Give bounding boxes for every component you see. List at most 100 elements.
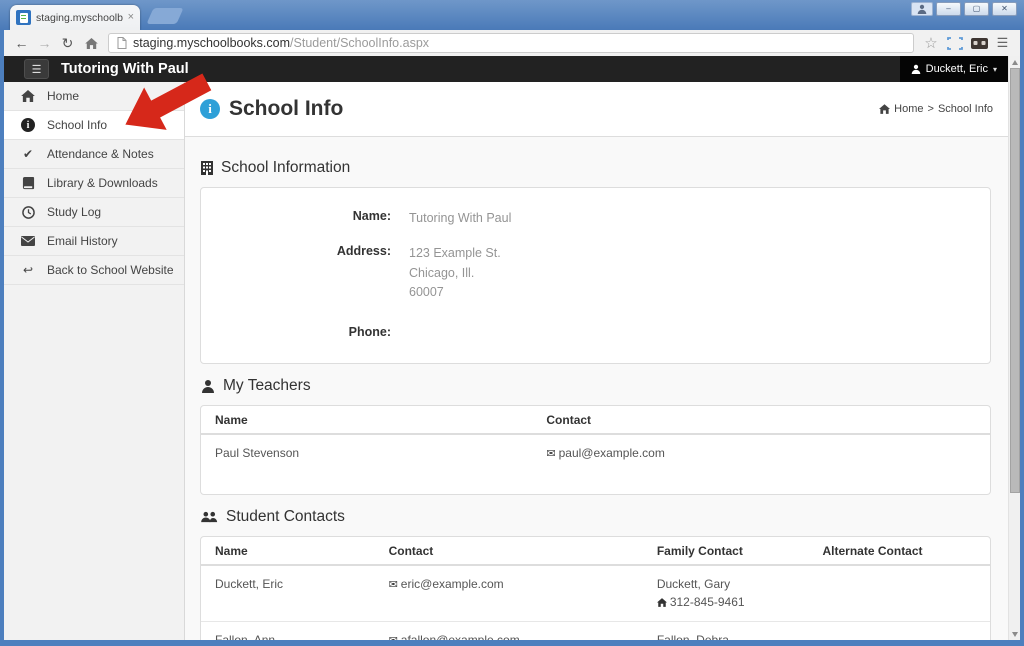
my-teachers-heading: My Teachers	[201, 377, 991, 395]
bookmark-star-icon[interactable]: ☆	[920, 34, 942, 52]
sidebar: Home i School Info ✔ Attendance & Notes …	[4, 82, 185, 640]
sidebar-item-email-history[interactable]: Email History	[4, 227, 184, 256]
teacher-email: paul@example.com	[559, 446, 665, 460]
sidebar-item-label: Attendance & Notes	[47, 147, 154, 161]
user-icon	[911, 64, 921, 74]
group-icon	[201, 511, 218, 523]
reload-button[interactable]: ↻	[57, 35, 78, 52]
column-header: Family Contact	[643, 537, 809, 565]
family-phone: 312-845-9461	[670, 595, 745, 609]
browser-toolbar: ← → ↻ staging.myschoolbooks.com/Student/…	[4, 30, 1020, 56]
app-navbar: ☰ Tutoring With Paul Duckett, Eric ▾	[4, 56, 1008, 82]
column-header: Contact	[532, 406, 990, 434]
sidebar-toggle-button[interactable]: ☰	[24, 59, 49, 79]
close-button[interactable]: ✕	[992, 2, 1017, 16]
envelope-icon	[20, 236, 36, 246]
table-row: Duckett, Eric ✉eric@example.com Duckett,…	[201, 565, 990, 622]
breadcrumb-separator: >	[928, 103, 934, 115]
url-path: /Student/SchoolInfo.aspx	[290, 36, 429, 50]
home-icon	[879, 104, 890, 114]
column-header: Alternate Contact	[809, 537, 990, 565]
window-titlebar: staging.myschoolbooks.com × – ▢ ✕	[0, 0, 1024, 30]
scrollbar-thumb[interactable]	[1010, 68, 1020, 493]
alternate-contact	[809, 565, 990, 622]
main-content: i School Info Home > School Info School …	[185, 82, 1008, 640]
browser-tab[interactable]: staging.myschoolbooks.com ×	[10, 5, 140, 30]
envelope-icon: ✉	[389, 579, 398, 591]
app-brand: Tutoring With Paul	[61, 61, 189, 77]
sidebar-item-back-to-school[interactable]: ↩ Back to School Website	[4, 256, 184, 285]
column-header: Contact	[375, 537, 643, 565]
sidebar-item-study-log[interactable]: Study Log	[4, 198, 184, 227]
breadcrumb: Home > School Info	[879, 103, 993, 115]
extension-glasses-icon[interactable]	[968, 38, 990, 49]
chrome-profile-icon[interactable]	[911, 2, 933, 16]
sidebar-item-label: Email History	[47, 234, 118, 248]
minimize-button[interactable]: –	[936, 2, 961, 16]
home-button[interactable]	[80, 38, 102, 49]
url-host: staging.myschoolbooks.com	[133, 36, 290, 50]
sidebar-item-library[interactable]: Library & Downloads	[4, 169, 184, 198]
sidebar-item-label: Study Log	[47, 205, 101, 219]
chrome-menu-button[interactable]: ☰	[992, 35, 1013, 51]
book-icon	[20, 177, 36, 190]
school-information-panel: Name: Tutoring With Paul Address: 123 Ex…	[200, 187, 991, 364]
return-arrow-icon: ↩	[20, 263, 36, 277]
sidebar-item-label: Library & Downloads	[47, 176, 158, 190]
tab-close-icon[interactable]: ×	[128, 12, 134, 23]
table-row: Paul Stevenson ✉paul@example.com	[201, 434, 990, 472]
field-phone: Phone:	[201, 325, 990, 339]
sidebar-item-school-info[interactable]: i School Info	[4, 111, 184, 140]
column-header: Name	[201, 537, 375, 565]
sidebar-item-label: Back to School Website	[47, 263, 174, 277]
window-border	[0, 640, 1024, 646]
info-circle-icon: i	[200, 99, 220, 119]
new-tab-button[interactable]	[146, 8, 183, 24]
contact-name: Fallon, Ann	[201, 621, 375, 640]
contact-email: afallon@example.com	[401, 633, 520, 640]
contact-email: eric@example.com	[401, 577, 504, 591]
back-button[interactable]: ←	[11, 35, 32, 51]
breadcrumb-home-link[interactable]: Home	[894, 103, 923, 115]
chevron-down-icon: ▾	[993, 65, 997, 74]
page-icon	[117, 37, 127, 49]
sidebar-item-attendance[interactable]: ✔ Attendance & Notes	[4, 140, 184, 169]
contacts-table: Name Contact Family Contact Alternate Co…	[201, 537, 990, 640]
sidebar-item-home[interactable]: Home	[4, 82, 184, 111]
info-icon: i	[20, 118, 36, 132]
teachers-table: Name Contact Paul Stevenson ✉paul@exampl…	[201, 406, 990, 472]
window-border	[0, 30, 4, 646]
my-teachers-panel: Name Contact Paul Stevenson ✉paul@exampl…	[200, 405, 991, 495]
field-name: Name: Tutoring With Paul	[201, 209, 990, 228]
hamburger-icon: ☰	[32, 63, 42, 76]
family-name: Duckett, Gary	[657, 575, 795, 594]
extension-frame-icon[interactable]	[944, 37, 966, 50]
school-information-heading: School Information	[201, 159, 991, 177]
scroll-down-button[interactable]	[1009, 628, 1020, 640]
person-icon	[917, 4, 927, 14]
maximize-button[interactable]: ▢	[964, 2, 989, 16]
alternate-contact	[809, 621, 990, 640]
home-icon	[85, 38, 98, 49]
table-row: Fallon, Ann ✉afallon@example.com Fallon,…	[201, 621, 990, 640]
page-header: i School Info Home > School Info	[185, 82, 1008, 137]
page-title: School Info	[229, 97, 343, 121]
check-icon: ✔	[20, 147, 36, 161]
sidebar-item-label: School Info	[47, 118, 107, 132]
window-border	[1020, 30, 1024, 646]
field-address: Address: 123 Example St. Chicago, Ill. 6…	[201, 244, 990, 302]
clock-icon	[20, 206, 36, 219]
page-scrollbar[interactable]	[1008, 56, 1020, 640]
scroll-up-button[interactable]	[1009, 56, 1020, 68]
envelope-icon: ✉	[546, 448, 555, 460]
family-name: Fallon, Debra	[657, 631, 795, 640]
address-bar[interactable]: staging.myschoolbooks.com/Student/School…	[108, 33, 914, 53]
sidebar-item-label: Home	[47, 89, 79, 103]
building-icon	[201, 161, 213, 175]
user-menu-button[interactable]: Duckett, Eric ▾	[900, 56, 1008, 82]
site-favicon-icon	[16, 10, 31, 25]
forward-button[interactable]: →	[34, 35, 55, 51]
house-icon	[657, 595, 670, 609]
url-text: staging.myschoolbooks.com/Student/School…	[133, 36, 429, 50]
breadcrumb-current: School Info	[938, 103, 993, 115]
